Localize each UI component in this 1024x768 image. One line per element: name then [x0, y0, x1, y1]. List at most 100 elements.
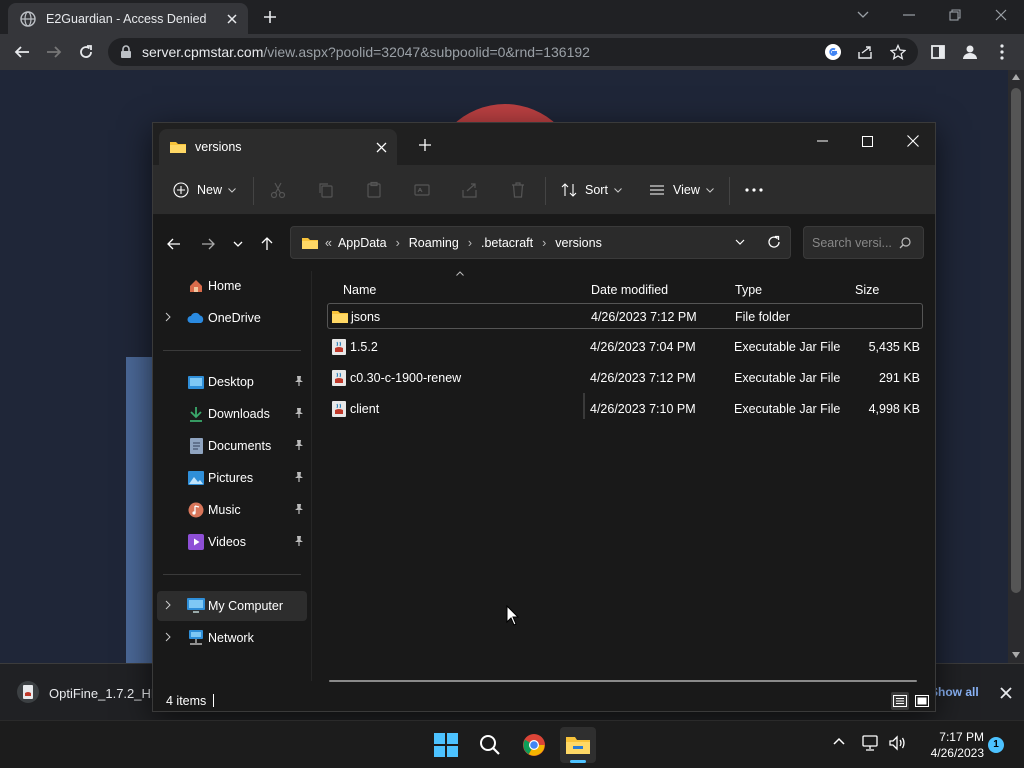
recent-locations-icon[interactable] [227, 233, 249, 255]
tiles-view-icon[interactable] [913, 692, 931, 710]
pin-icon[interactable] [294, 375, 304, 387]
explorer-title-bar[interactable]: versions [153, 123, 935, 165]
copy-icon[interactable] [317, 177, 335, 203]
chevron-down-icon[interactable] [735, 239, 745, 245]
details-view-icon[interactable] [891, 692, 909, 710]
view-button[interactable]: View [649, 177, 714, 203]
paste-icon[interactable] [365, 177, 383, 203]
column-header-date[interactable]: Date modified [591, 277, 668, 303]
nav-item-network[interactable]: Network [157, 623, 307, 653]
search-input[interactable]: Search versi... [803, 226, 924, 259]
profile-avatar-icon[interactable] [958, 40, 982, 64]
nav-item-desktop[interactable]: Desktop [157, 367, 307, 397]
nav-item-videos[interactable]: Videos [157, 527, 307, 557]
chevron-right-icon[interactable] [165, 632, 171, 642]
url-text[interactable]: server.cpmstar.com/view.aspx?poolid=3204… [142, 44, 590, 60]
chevron-right-icon[interactable]: › [396, 236, 400, 250]
lock-icon[interactable] [120, 45, 132, 59]
column-header-type[interactable]: Type [735, 277, 762, 303]
side-panel-icon[interactable] [926, 40, 950, 64]
system-clock[interactable]: 7:17 PM 4/26/2023 [914, 729, 984, 761]
table-row[interactable]: jsons 4/26/2023 7:12 PM File folder [327, 303, 923, 329]
minimize-icon[interactable] [799, 127, 845, 155]
more-options-icon[interactable] [745, 177, 763, 203]
delete-icon[interactable] [509, 177, 527, 203]
show-all-button[interactable]: Show all [930, 685, 979, 699]
reload-icon[interactable] [74, 40, 98, 64]
overflow-chevrons-icon[interactable]: « [325, 236, 332, 250]
page-scroll-thumb[interactable] [1011, 88, 1021, 593]
horizontal-scrollbar[interactable] [329, 680, 917, 682]
close-shelf-icon[interactable] [995, 682, 1017, 704]
breadcrumb-bar[interactable]: « AppData › Roaming › .betacraft › versi… [290, 226, 791, 259]
explorer-tab[interactable]: versions [159, 129, 397, 165]
breadcrumb-item[interactable]: .betacraft [481, 236, 533, 250]
column-header-name[interactable]: Name [343, 277, 376, 303]
back-arrow-icon[interactable] [163, 233, 185, 255]
share-icon[interactable] [461, 177, 479, 203]
chevron-right-icon[interactable]: › [542, 236, 546, 250]
close-tab-icon[interactable] [376, 142, 387, 153]
more-menu-icon[interactable] [990, 40, 1014, 64]
breadcrumb-item[interactable]: versions [555, 236, 602, 250]
google-icon[interactable] [824, 43, 842, 61]
refresh-icon[interactable] [767, 235, 781, 249]
bookmark-star-icon[interactable] [890, 44, 906, 60]
nav-item-home[interactable]: Home [157, 271, 307, 301]
nav-item-pictures[interactable]: Pictures [157, 463, 307, 493]
breadcrumb-item[interactable]: AppData [338, 236, 387, 250]
chevron-right-icon[interactable]: › [468, 236, 472, 250]
pin-icon[interactable] [294, 535, 304, 547]
close-window-icon[interactable] [890, 127, 936, 155]
notification-badge[interactable]: 1 [988, 737, 1004, 753]
search-icon[interactable] [899, 237, 911, 249]
file-explorer-taskbar-icon[interactable] [560, 727, 596, 763]
nav-item-my-computer[interactable]: My Computer [157, 591, 307, 621]
minimize-icon[interactable] [895, 4, 923, 26]
scroll-up-icon[interactable] [1012, 74, 1020, 80]
volume-icon[interactable] [888, 735, 906, 751]
column-header-size[interactable]: Size [855, 277, 879, 303]
jar-file-icon[interactable] [16, 680, 40, 704]
pin-icon[interactable] [294, 503, 304, 515]
nav-item-documents[interactable]: Documents [157, 431, 307, 461]
table-row[interactable]: 1.5.2 4/26/2023 7:04 PM Executable Jar F… [327, 334, 923, 360]
restore-icon[interactable] [941, 4, 969, 26]
windows-start-icon[interactable] [428, 727, 464, 763]
cut-icon[interactable] [269, 177, 287, 203]
forward-arrow-icon[interactable] [42, 40, 66, 64]
address-bar[interactable]: server.cpmstar.com/view.aspx?poolid=3204… [108, 38, 918, 66]
rename-icon[interactable] [413, 177, 431, 203]
pin-icon[interactable] [294, 439, 304, 451]
maximize-icon[interactable] [844, 127, 890, 155]
nav-item-onedrive[interactable]: OneDrive [157, 303, 307, 333]
search-icon[interactable] [472, 727, 508, 763]
scroll-down-icon[interactable] [1012, 652, 1020, 658]
breadcrumb-item[interactable]: Roaming [409, 236, 459, 250]
sort-button[interactable]: Sort [561, 177, 622, 203]
pin-icon[interactable] [294, 471, 304, 483]
nav-item-music[interactable]: Music [157, 495, 307, 525]
pin-icon[interactable] [294, 407, 304, 419]
table-row[interactable]: client 4/26/2023 7:10 PM Executable Jar … [327, 396, 923, 422]
forward-arrow-icon[interactable] [197, 233, 219, 255]
chevron-right-icon[interactable] [165, 600, 171, 610]
pane-splitter[interactable] [311, 271, 312, 681]
new-tab-button[interactable] [415, 135, 435, 155]
share-icon[interactable] [857, 44, 873, 60]
chrome-icon[interactable] [516, 727, 552, 763]
chevron-up-icon[interactable] [833, 737, 845, 745]
close-tab-icon[interactable] [226, 13, 238, 25]
back-arrow-icon[interactable] [10, 40, 34, 64]
chevron-right-icon[interactable] [165, 312, 171, 322]
new-tab-button[interactable] [258, 6, 282, 28]
browser-tab[interactable]: E2Guardian - Access Denied [8, 3, 248, 34]
tab-search-icon[interactable] [849, 4, 877, 26]
nav-item-downloads[interactable]: Downloads [157, 399, 307, 429]
download-file-name[interactable]: OptiFine_1.7.2_HD [49, 686, 160, 701]
up-arrow-icon[interactable] [256, 233, 278, 255]
close-window-icon[interactable] [987, 4, 1015, 26]
table-row[interactable]: c0.30-c-1900-renew 4/26/2023 7:12 PM Exe… [327, 365, 923, 391]
network-icon[interactable] [862, 735, 880, 751]
new-button[interactable]: New [173, 177, 236, 203]
